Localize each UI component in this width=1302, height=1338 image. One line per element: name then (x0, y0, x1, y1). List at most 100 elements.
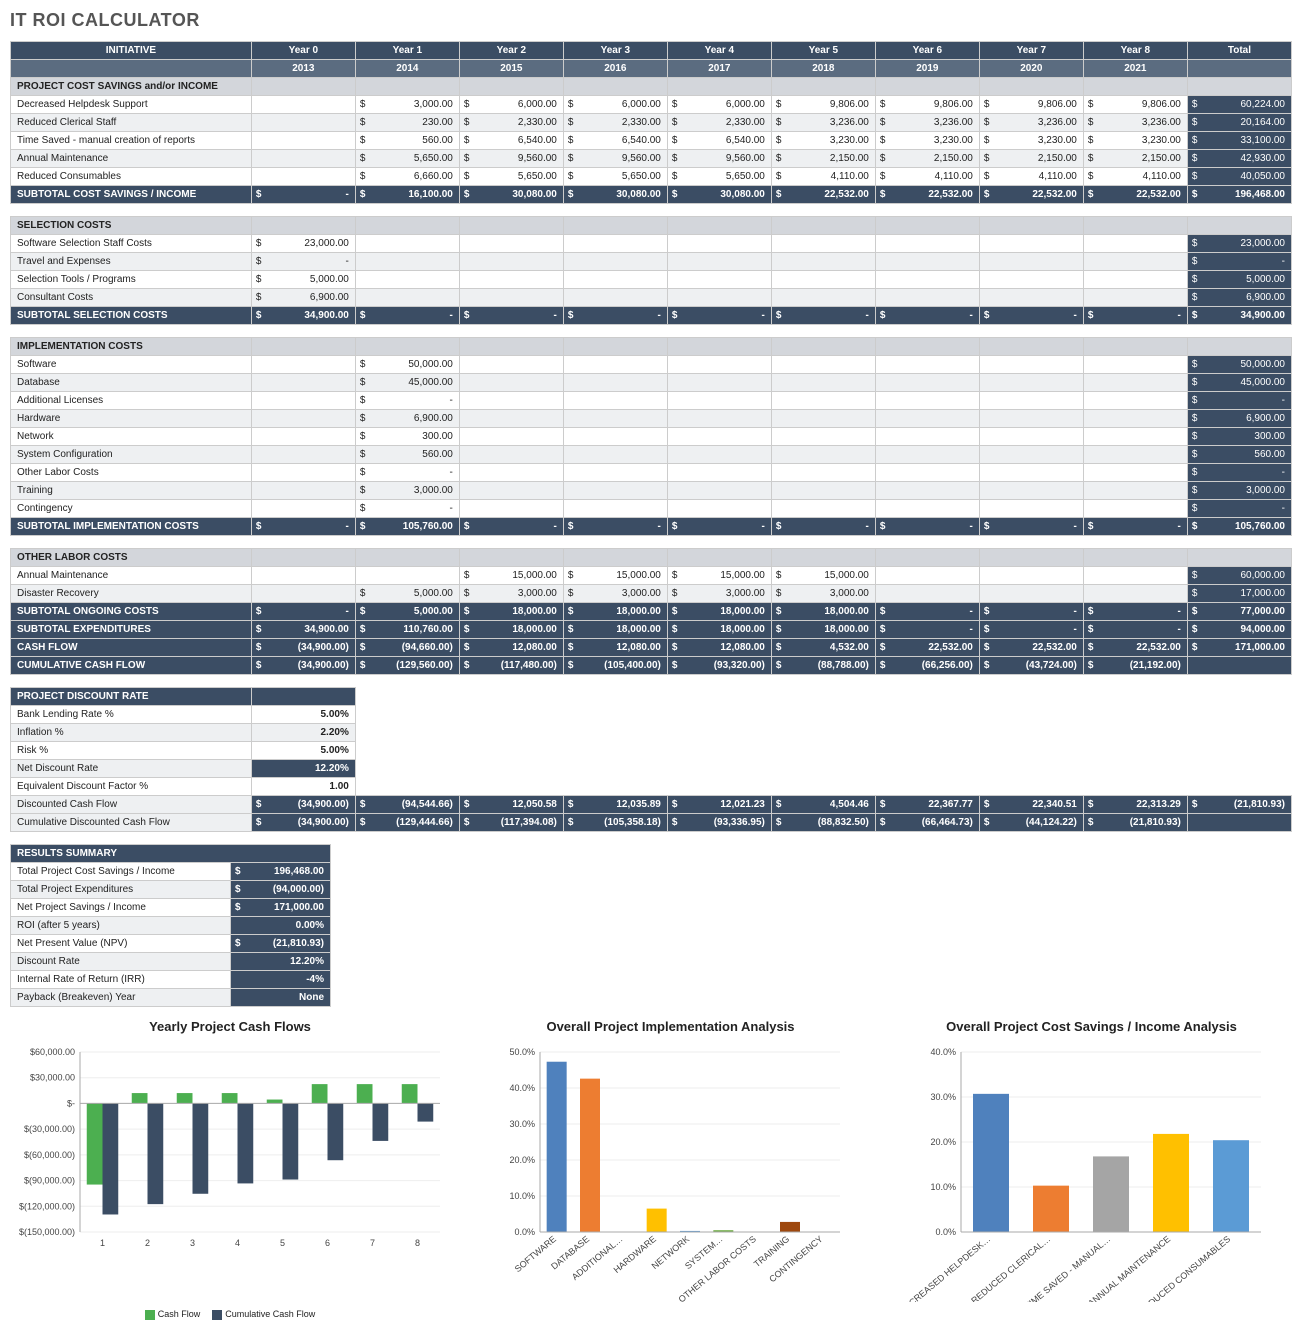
cell[interactable] (875, 464, 979, 482)
cell[interactable]: $9,560.00 (667, 150, 771, 168)
cell[interactable] (459, 289, 563, 307)
cell[interactable]: $15,000.00 (563, 567, 667, 585)
cell[interactable] (771, 392, 875, 410)
cell[interactable]: $3,000.00 (355, 482, 459, 500)
cell[interactable]: $6,000.00 (563, 96, 667, 114)
discount-row-val[interactable]: 12.20% (251, 760, 355, 778)
cell[interactable] (459, 482, 563, 500)
cell[interactable]: $15,000.00 (771, 567, 875, 585)
cell[interactable] (667, 253, 771, 271)
cell[interactable] (459, 500, 563, 518)
cell[interactable]: $5,650.00 (667, 168, 771, 186)
cell[interactable] (563, 235, 667, 253)
cell[interactable] (459, 392, 563, 410)
cell[interactable] (979, 374, 1083, 392)
cell[interactable]: $560.00 (355, 132, 459, 150)
discount-row-val[interactable]: 1.00 (251, 778, 355, 796)
cell[interactable]: $50,000.00 (1187, 356, 1291, 374)
cell[interactable] (771, 356, 875, 374)
cell[interactable] (771, 374, 875, 392)
cell[interactable] (355, 253, 459, 271)
cell[interactable]: $9,560.00 (459, 150, 563, 168)
cell[interactable] (771, 253, 875, 271)
cell[interactable] (1083, 356, 1187, 374)
cell[interactable]: $45,000.00 (1187, 374, 1291, 392)
cell[interactable] (355, 235, 459, 253)
cell[interactable]: $3,000.00 (667, 585, 771, 603)
cell[interactable] (563, 392, 667, 410)
cell[interactable] (875, 482, 979, 500)
cell[interactable]: $- (355, 500, 459, 518)
cell[interactable] (979, 271, 1083, 289)
cell[interactable] (1083, 410, 1187, 428)
cell[interactable] (979, 446, 1083, 464)
cell[interactable]: $2,330.00 (667, 114, 771, 132)
cell[interactable]: $3,236.00 (875, 114, 979, 132)
cell[interactable]: $3,230.00 (771, 132, 875, 150)
cell[interactable] (979, 235, 1083, 253)
cell[interactable]: $42,930.00 (1187, 150, 1291, 168)
cell[interactable]: $6,900.00 (1187, 410, 1291, 428)
cell[interactable] (875, 500, 979, 518)
cell[interactable]: $6,900.00 (1187, 289, 1291, 307)
cell[interactable]: $2,150.00 (875, 150, 979, 168)
cell[interactable] (1083, 500, 1187, 518)
cell[interactable]: $3,000.00 (563, 585, 667, 603)
cell[interactable]: $560.00 (1187, 446, 1291, 464)
cell[interactable]: $- (1187, 500, 1291, 518)
cell[interactable] (459, 253, 563, 271)
cell[interactable]: $3,236.00 (771, 114, 875, 132)
cell[interactable] (667, 464, 771, 482)
cell[interactable]: $3,230.00 (1083, 132, 1187, 150)
cell[interactable]: $6,000.00 (667, 96, 771, 114)
cell[interactable] (563, 428, 667, 446)
cell[interactable] (667, 392, 771, 410)
cell[interactable] (875, 446, 979, 464)
cell[interactable]: $50,000.00 (355, 356, 459, 374)
cell[interactable]: $6,660.00 (355, 168, 459, 186)
cell[interactable] (667, 374, 771, 392)
cell[interactable] (1083, 585, 1187, 603)
cell[interactable]: $6,900.00 (355, 410, 459, 428)
cell[interactable] (459, 356, 563, 374)
cell[interactable]: $- (1187, 253, 1291, 271)
cell[interactable] (251, 356, 355, 374)
cell[interactable]: $4,110.00 (1083, 168, 1187, 186)
discount-row-val[interactable]: 2.20% (251, 724, 355, 742)
cell[interactable]: $45,000.00 (355, 374, 459, 392)
cell[interactable] (459, 235, 563, 253)
cell[interactable]: $9,806.00 (979, 96, 1083, 114)
cell[interactable]: $6,540.00 (667, 132, 771, 150)
cell[interactable]: $3,000.00 (459, 585, 563, 603)
cell[interactable] (251, 500, 355, 518)
cell[interactable] (459, 271, 563, 289)
cell[interactable] (875, 428, 979, 446)
cell[interactable]: $15,000.00 (459, 567, 563, 585)
cell[interactable]: $5,000.00 (251, 271, 355, 289)
cell[interactable]: $- (1187, 392, 1291, 410)
cell[interactable]: $2,150.00 (771, 150, 875, 168)
cell[interactable]: $5,650.00 (355, 150, 459, 168)
cell[interactable] (355, 289, 459, 307)
cell[interactable]: $6,900.00 (251, 289, 355, 307)
cell[interactable] (251, 428, 355, 446)
cell[interactable] (667, 500, 771, 518)
cell[interactable] (771, 446, 875, 464)
discount-row-val[interactable]: 5.00% (251, 706, 355, 724)
cell[interactable]: $- (1187, 464, 1291, 482)
cell[interactable] (667, 428, 771, 446)
cell[interactable] (251, 464, 355, 482)
cell[interactable] (771, 428, 875, 446)
cell[interactable] (1083, 464, 1187, 482)
cell[interactable]: $300.00 (355, 428, 459, 446)
cell[interactable] (1083, 428, 1187, 446)
cell[interactable] (355, 271, 459, 289)
cell[interactable] (979, 428, 1083, 446)
cell[interactable]: $3,000.00 (355, 96, 459, 114)
discount-row-val[interactable]: 5.00% (251, 742, 355, 760)
cell[interactable] (459, 464, 563, 482)
cell[interactable]: $9,560.00 (563, 150, 667, 168)
cell[interactable] (251, 114, 355, 132)
cell[interactable]: $2,150.00 (1083, 150, 1187, 168)
cell[interactable] (251, 168, 355, 186)
